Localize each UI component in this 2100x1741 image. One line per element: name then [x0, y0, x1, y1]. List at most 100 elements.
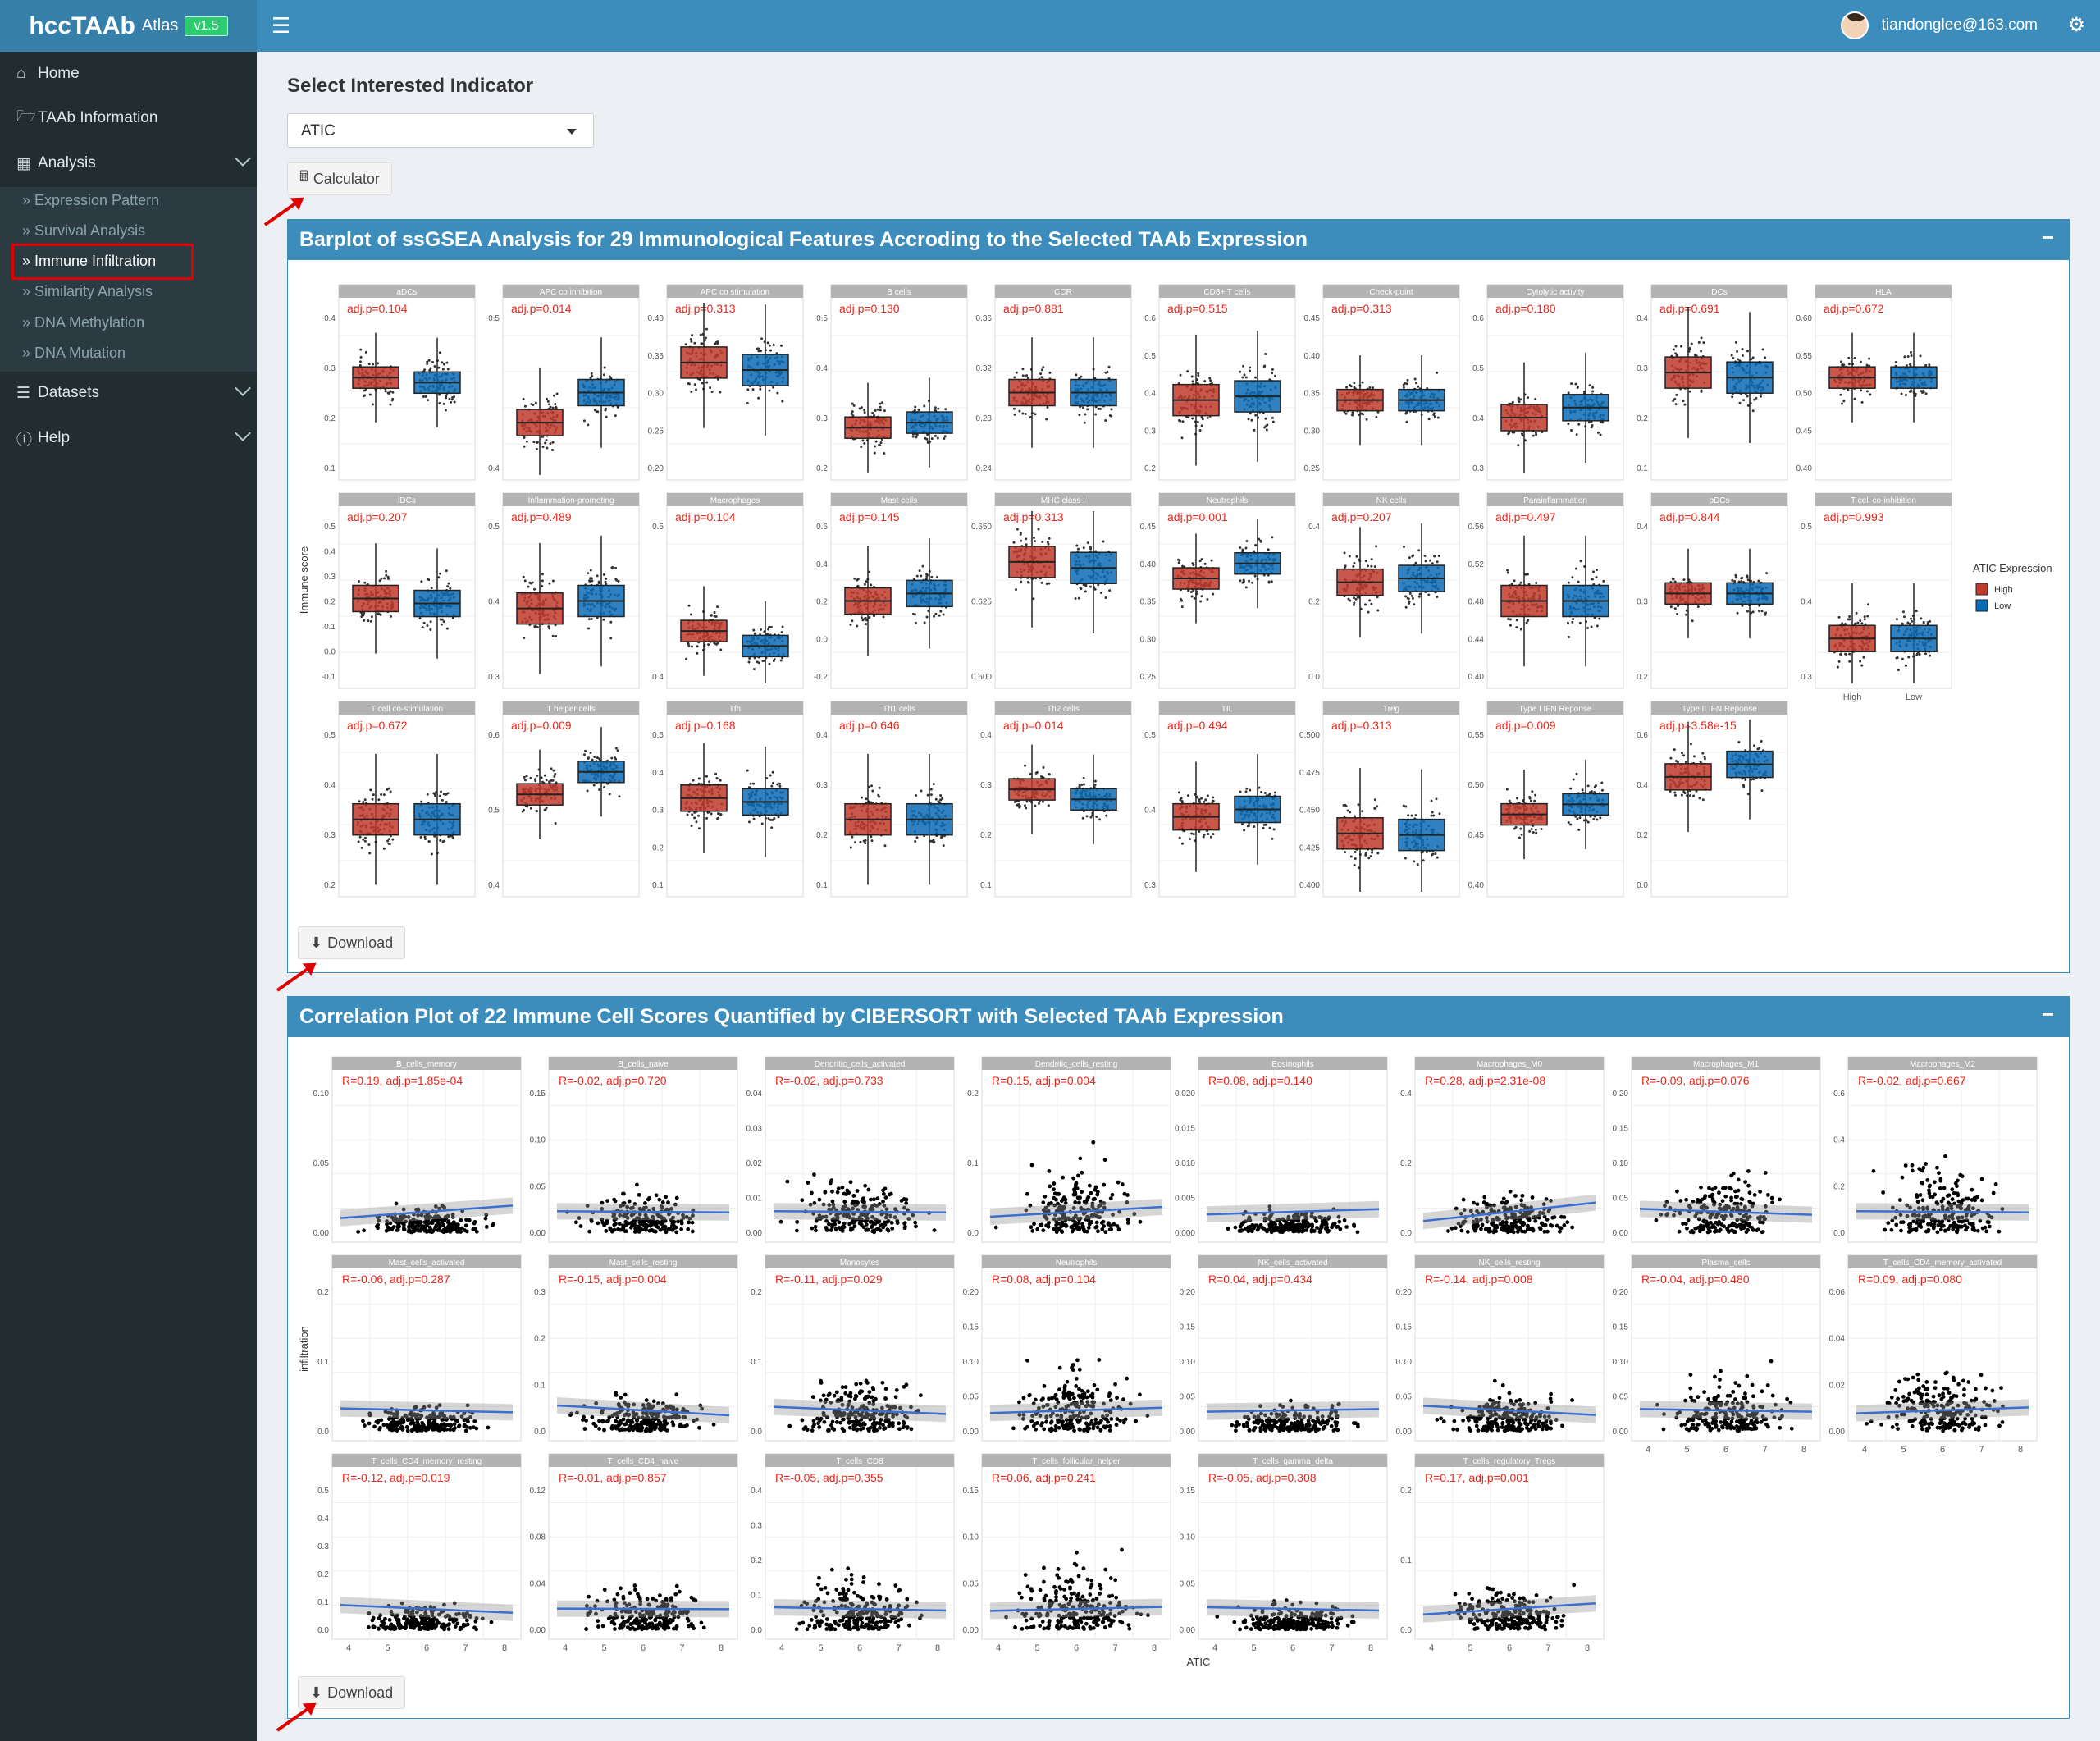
data-point [1203, 562, 1207, 565]
data-point [699, 333, 702, 336]
sidebar-subitem-dna-methylation[interactable]: » DNA Methylation [22, 314, 144, 331]
data-point [388, 787, 391, 790]
data-point [551, 406, 555, 409]
data-point [1021, 374, 1025, 377]
collapse-icon[interactable]: − [2042, 225, 2054, 250]
data-point [1847, 356, 1851, 359]
data-point [1672, 399, 1675, 402]
data-point [1596, 569, 1599, 572]
sidebar-item-home[interactable]: ⌂ Home [0, 52, 257, 96]
panel-pvalue: adj.p=0.207 [347, 510, 408, 523]
home-icon: ⌂ [16, 65, 26, 82]
data-point [1429, 559, 1432, 562]
data-point [1348, 555, 1351, 558]
panel-title: T cell co-inhibition [1851, 496, 1916, 505]
data-point [1526, 573, 1529, 576]
y-tick-label: 0.4 [1144, 390, 1156, 399]
sidebar-subitem-similarity-analysis[interactable]: » Similarity Analysis [22, 283, 153, 300]
data-point [427, 578, 431, 582]
sidebar-subitem-survival-analysis[interactable]: » Survival Analysis [22, 222, 145, 240]
data-point [1922, 620, 1925, 624]
panel-pvalue: adj.p=0.497 [1495, 510, 1556, 523]
panel-pvalue: adj.p=0.881 [1003, 302, 1064, 315]
sidebar-item-datasets[interactable]: ☰ Datasets [0, 371, 257, 415]
data-point [369, 619, 372, 623]
user-menu[interactable]: tiandonglee@163.com [1840, 11, 2038, 39]
sidebar-item-analysis[interactable]: ▦ Analysis [0, 141, 257, 185]
data-point [1423, 554, 1427, 557]
data-point [1566, 621, 1569, 624]
data-point [442, 402, 445, 405]
data-point [582, 753, 586, 756]
data-point [768, 662, 771, 665]
data-point [1353, 561, 1356, 564]
panel-pvalue: adj.p=0.130 [839, 302, 900, 315]
data-point [685, 657, 688, 660]
data-point [1510, 583, 1513, 586]
data-point [1084, 413, 1087, 416]
sidebar-subitem-expression-pattern[interactable]: » Expression Pattern [22, 192, 159, 209]
data-point [1271, 536, 1274, 539]
sidebar-subitem-dna-mutation[interactable]: » DNA Mutation [22, 345, 126, 362]
data-point [1436, 416, 1440, 419]
data-point [772, 343, 775, 346]
data-point [1041, 540, 1044, 543]
data-point [441, 368, 445, 371]
logo-sub: Atlas [141, 16, 179, 34]
data-point [1746, 574, 1749, 578]
data-point [544, 441, 547, 445]
data-point [553, 775, 556, 778]
sidebar-toggle-icon[interactable]: ☰ [272, 13, 290, 39]
sidebar-item-taab-information[interactable]: 🗁 TAAb Information [0, 96, 257, 140]
indicator-select[interactable]: ATIC [287, 113, 594, 148]
data-point [1206, 416, 1209, 419]
y-tick-label: 0.2 [816, 464, 828, 473]
data-point [1191, 417, 1194, 420]
data-point [1104, 419, 1107, 423]
data-point [1347, 597, 1350, 601]
boxplot-panel: Mast cellsadj.p=0.1450.60.40.20.0-0.2 [814, 492, 968, 689]
data-point [751, 388, 755, 391]
data-point [522, 575, 525, 578]
data-point [602, 373, 605, 377]
data-point [881, 401, 884, 404]
data-point [1040, 376, 1043, 379]
y-tick-label: 0.2 [324, 881, 336, 890]
data-point [1015, 588, 1018, 592]
data-point [1567, 635, 1570, 638]
data-point [1741, 354, 1744, 357]
data-point [874, 445, 877, 448]
y-tick-label: 0.0 [324, 648, 336, 657]
data-point [1862, 656, 1865, 659]
data-point [1254, 414, 1258, 417]
data-point [1868, 357, 1871, 360]
data-point [705, 775, 708, 778]
data-point [386, 839, 390, 843]
data-point [1179, 373, 1182, 377]
y-tick-label: 0.2 [1144, 464, 1156, 473]
data-point [1736, 358, 1739, 361]
data-point [1045, 418, 1048, 421]
data-point [1903, 355, 1906, 359]
data-point [1082, 546, 1085, 550]
gear-icon[interactable]: ⚙ [2067, 13, 2085, 37]
calculator-button[interactable]: 🖩 Calculator [287, 162, 392, 195]
data-point [590, 617, 593, 620]
data-point [930, 575, 934, 578]
data-point [1590, 421, 1593, 424]
sidebar-item-help[interactable]: ⓘ Help [0, 416, 257, 460]
data-point [1901, 657, 1904, 660]
app-logo[interactable]: hccTAAb Atlas v1.5 [0, 0, 257, 52]
data-point [1076, 547, 1080, 551]
data-point [1354, 597, 1358, 601]
y-tick-label: 0.1 [1637, 464, 1648, 473]
data-point [363, 581, 367, 584]
data-point [534, 401, 537, 404]
data-point [427, 399, 430, 402]
data-point [1402, 386, 1405, 389]
info-icon: ⓘ [16, 431, 33, 449]
data-point [1700, 336, 1703, 340]
data-point [770, 784, 774, 788]
data-point [850, 412, 853, 415]
data-point [1200, 595, 1203, 598]
